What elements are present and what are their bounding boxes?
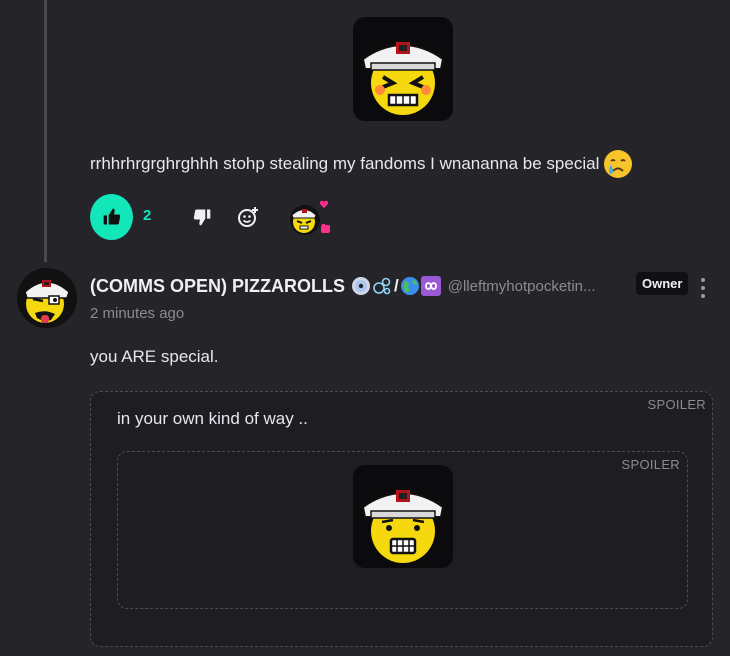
spoiler-label: SPOILER bbox=[647, 397, 706, 412]
reactor-avatar-image bbox=[290, 200, 330, 235]
more-options-icon[interactable] bbox=[700, 278, 706, 298]
thumbs-down-icon[interactable] bbox=[192, 207, 212, 227]
comment-author-avatar[interactable] bbox=[17, 268, 77, 328]
sticker-image-squint-face[interactable] bbox=[353, 17, 453, 121]
spoiler-label-inner: SPOILER bbox=[621, 457, 680, 472]
name-slash: / bbox=[394, 276, 399, 295]
bubbles-emoji-icon bbox=[373, 277, 391, 295]
infinity-emoji-icon bbox=[420, 276, 441, 296]
spoiler-text: in your own kind of way .. bbox=[117, 409, 308, 428]
add-reaction-icon[interactable] bbox=[236, 205, 260, 229]
author-name[interactable]: (COMMS OPEN) PIZZAROLLS bbox=[90, 276, 345, 297]
earth-emoji-icon bbox=[400, 277, 419, 295]
reactor-avatar[interactable] bbox=[288, 198, 336, 238]
author-avatar-image bbox=[17, 268, 77, 328]
owner-badge: Owner bbox=[636, 272, 689, 295]
comment-header: (COMMS OPEN) PIZZAROLLS / @lleftmyhotpoc… bbox=[90, 273, 730, 299]
reply-message: rrhhrhrgrghrghhh stohp stealing my fando… bbox=[90, 148, 634, 180]
crying-face-emoji-icon bbox=[604, 150, 633, 178]
author-name-emojis: / bbox=[351, 276, 442, 296]
like-count: 2 bbox=[143, 207, 152, 224]
reply-message-text: rrhhrhrgrghrghhh stohp stealing my fando… bbox=[90, 154, 600, 173]
cd-emoji-icon bbox=[352, 277, 370, 295]
thread-connector-line bbox=[44, 0, 47, 262]
thumbs-up-icon bbox=[103, 208, 120, 225]
comment-message: you ARE special. bbox=[90, 347, 219, 366]
author-handle[interactable]: @lleftmyhotpocketin... bbox=[448, 278, 596, 295]
sticker-image-scared-face[interactable] bbox=[353, 465, 453, 568]
sticker-squint-face-icon bbox=[361, 42, 445, 115]
reply-actions: 2 bbox=[90, 194, 350, 240]
comment-timestamp: 2 minutes ago bbox=[90, 305, 185, 322]
sticker-scared-face-icon bbox=[361, 490, 445, 563]
like-button[interactable] bbox=[90, 194, 133, 240]
